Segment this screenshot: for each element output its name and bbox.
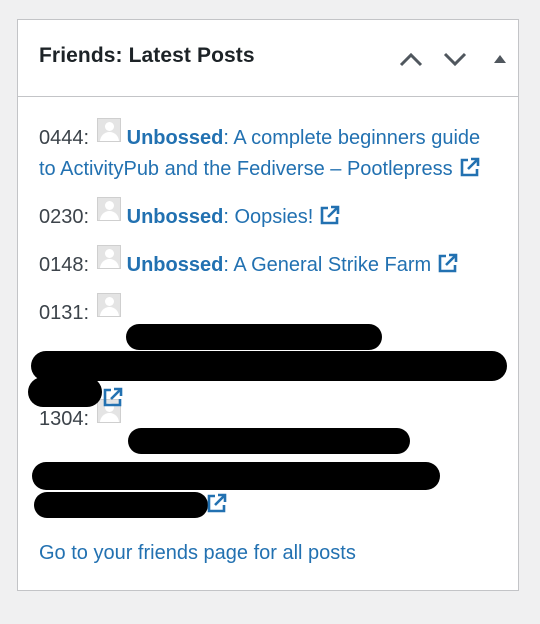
external-link-icon[interactable] — [437, 252, 459, 274]
post-time: 0148: — [39, 254, 90, 276]
post-time: 0230: — [39, 206, 90, 228]
redaction-mark — [128, 428, 410, 454]
default-avatar-icon — [96, 118, 121, 142]
post-time: 1304: — [39, 408, 90, 430]
default-avatar-icon — [96, 197, 121, 221]
post-separator: : — [223, 206, 235, 228]
list-item: 0148: Unbossed: A General Strike Farm — [39, 245, 499, 281]
triangle-up-icon — [494, 55, 506, 63]
post-separator: : — [223, 127, 234, 149]
post-time: 0444: — [39, 127, 90, 149]
list-item: 0230: Unbossed: Oopsies! — [39, 197, 499, 233]
redaction-mark — [126, 324, 382, 350]
post-author-link[interactable]: Unbossed — [127, 206, 224, 228]
friends-page-link[interactable]: Go to your friends page for all posts — [39, 542, 356, 565]
external-link-icon[interactable] — [319, 204, 341, 226]
post-author-link[interactable]: Unbossed — [127, 254, 224, 276]
widget-header: Friends: Latest Posts — [18, 20, 518, 97]
list-item: 0444: Unbossed: A complete beginners gui… — [39, 118, 499, 185]
external-link-icon[interactable] — [459, 156, 481, 178]
post-separator: : — [223, 254, 234, 276]
move-up-button[interactable] — [397, 46, 425, 72]
chevron-up-icon — [399, 52, 423, 67]
external-link-icon[interactable] — [102, 386, 124, 408]
post-time: 0131: — [39, 302, 90, 324]
default-avatar-icon — [96, 245, 121, 269]
post-author-link[interactable]: Unbossed — [127, 127, 224, 149]
toggle-panel-button[interactable] — [486, 46, 514, 72]
move-down-button[interactable] — [441, 46, 469, 72]
widget-title: Friends: Latest Posts — [39, 44, 255, 67]
post-title-link[interactable]: A General Strike Farm — [233, 254, 431, 276]
post-title-link[interactable]: Oopsies! — [234, 206, 313, 228]
redaction-mark — [31, 351, 507, 381]
redaction-mark — [32, 462, 440, 490]
redaction-mark — [28, 377, 102, 407]
default-avatar-icon — [96, 293, 121, 317]
redaction-mark — [34, 492, 208, 518]
friends-latest-posts-widget: Friends: Latest Posts 0444: Unbossed: A … — [17, 19, 519, 591]
external-link-icon[interactable] — [206, 492, 228, 514]
chevron-down-icon — [443, 52, 467, 67]
